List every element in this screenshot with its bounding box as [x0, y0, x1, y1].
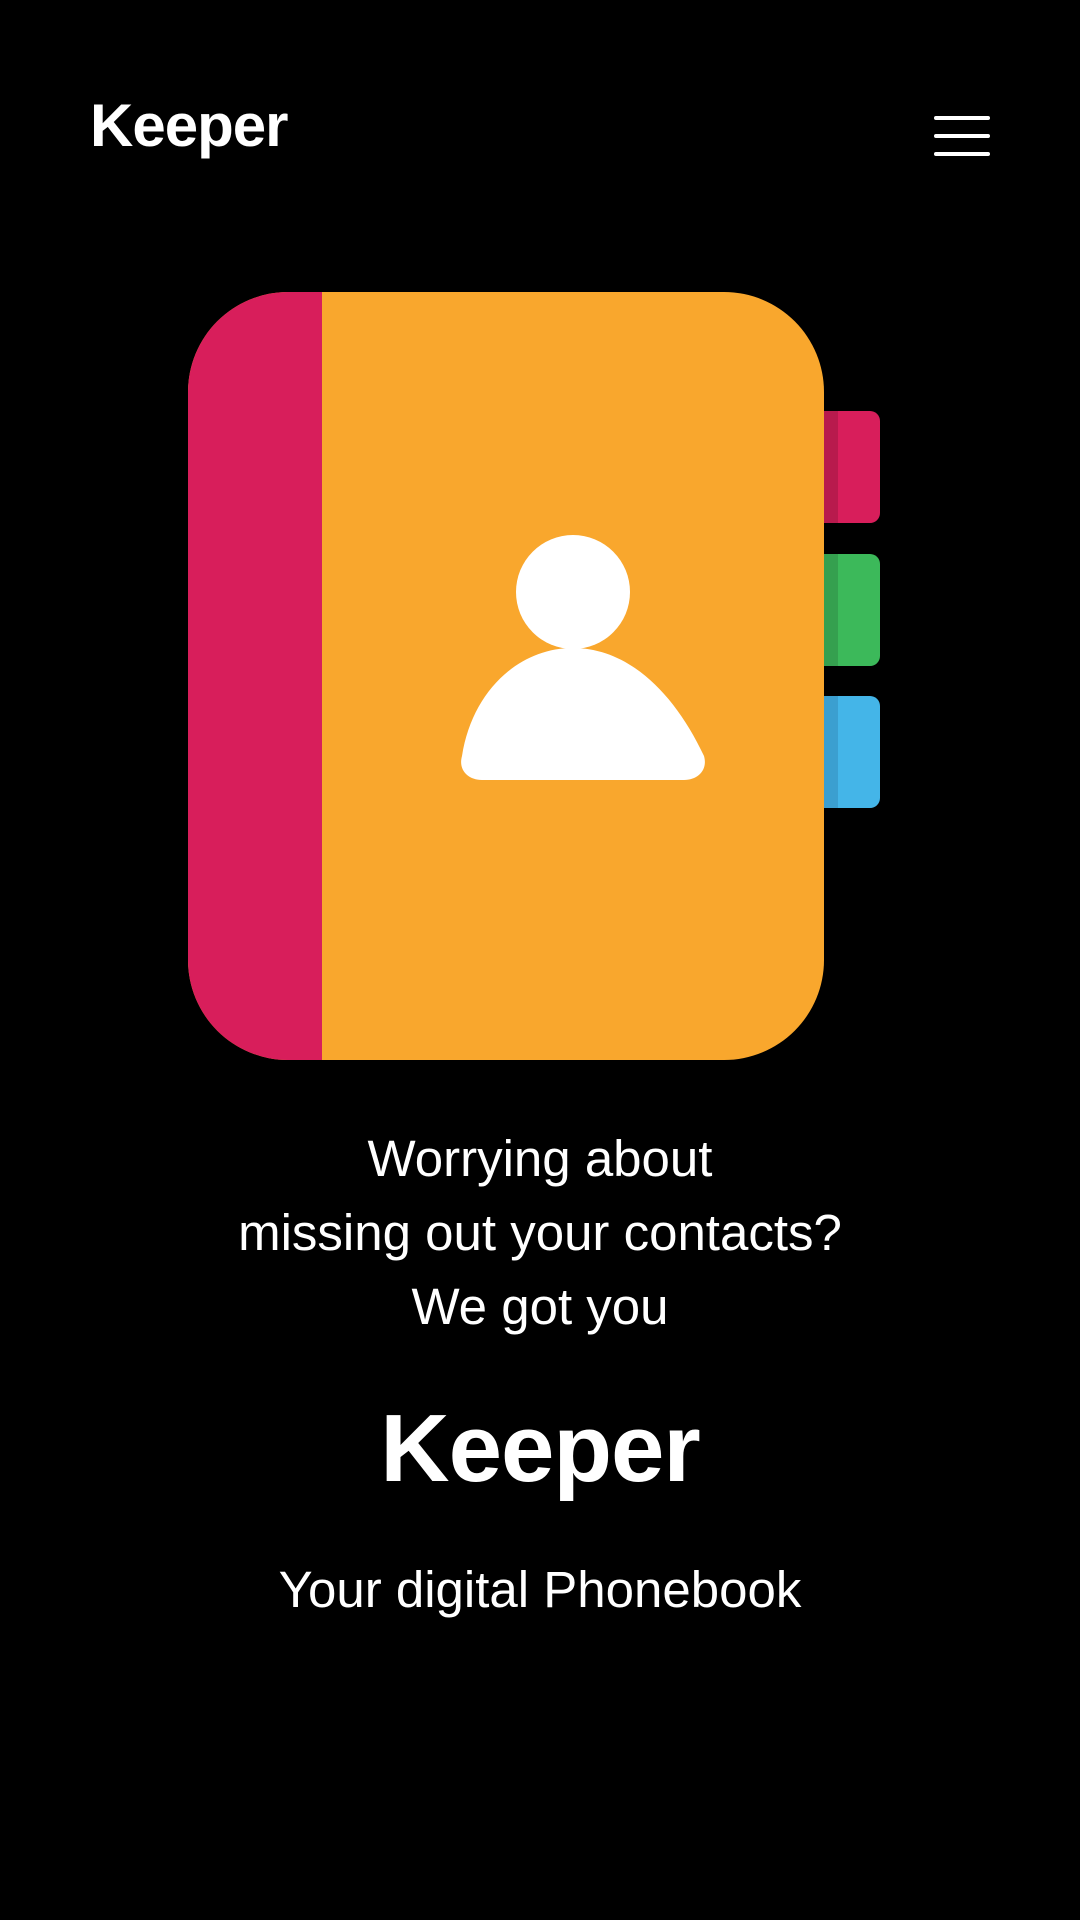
hero-title: Keeper [380, 1395, 701, 1502]
hamburger-menu-icon [934, 116, 990, 156]
contact-book-illustration [188, 290, 894, 1062]
app-bar: Keeper [0, 0, 1080, 270]
menu-button[interactable] [922, 96, 1002, 176]
hero-subtitle: Your digital Phonebook [278, 1561, 802, 1618]
app-brand[interactable]: Keeper [90, 96, 288, 156]
tagline-line-1: Worrying about [367, 1130, 713, 1187]
tagline: Worrying about missing out your contacts… [0, 1122, 1080, 1344]
tagline-line-2: missing out your contacts? [238, 1204, 842, 1261]
contact-book-icon [188, 292, 880, 1060]
tagline-line-3: We got you [411, 1278, 669, 1335]
